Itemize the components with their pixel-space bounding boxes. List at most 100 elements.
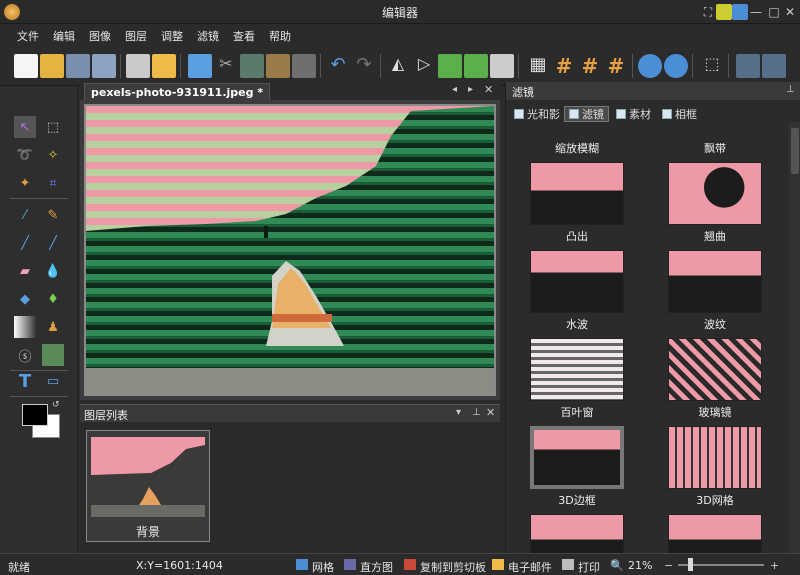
copy-icon[interactable] <box>240 54 264 78</box>
foreground-color-swatch[interactable] <box>22 404 48 426</box>
smudge-icon[interactable]: ⓢ <box>14 344 36 366</box>
marquee-icon[interactable]: ⬚ <box>42 116 64 138</box>
filter-thumb[interactable] <box>668 514 762 553</box>
filter-scrollbar[interactable] <box>789 122 800 553</box>
save-icon[interactable] <box>66 54 90 78</box>
rotate-right-icon[interactable] <box>464 54 488 78</box>
paste-icon[interactable] <box>266 54 290 78</box>
tab-materials[interactable]: 素材 <box>616 106 651 122</box>
eraser-icon[interactable]: ▰ <box>14 260 36 282</box>
image-canvas[interactable] <box>84 104 496 396</box>
menu-adjust[interactable]: 调整 <box>154 28 190 44</box>
rotate-left-icon[interactable] <box>438 54 462 78</box>
blur-drop-icon[interactable]: 💧 <box>42 260 64 282</box>
undo-icon[interactable]: ↶ <box>326 54 350 78</box>
layers-close-icon[interactable]: ✕ <box>486 406 495 419</box>
pencil-icon[interactable]: ✎ <box>42 204 64 226</box>
redo-icon[interactable]: ↷ <box>352 54 376 78</box>
document-tab[interactable]: pexels-photo-931911.jpeg * <box>84 83 271 100</box>
magic-wand-icon[interactable]: ✧ <box>42 144 64 166</box>
filter-label[interactable]: 水波 <box>522 316 632 332</box>
grid-button[interactable]: 网格 <box>312 559 334 575</box>
fullscreen-icon[interactable]: ⛶ <box>700 4 716 20</box>
cut-icon[interactable]: ✂ <box>214 54 238 78</box>
filter-label[interactable]: 波纹 <box>660 316 770 332</box>
selection-cursor-icon[interactable]: ⬚ <box>700 54 724 78</box>
clear-icon[interactable] <box>292 54 316 78</box>
flip-vertical-icon[interactable]: ▷ <box>412 54 436 78</box>
filter-label[interactable]: 飘带 <box>660 140 770 156</box>
grid-orange-2-icon[interactable]: # <box>578 54 602 78</box>
filter-label[interactable]: 凸出 <box>522 228 632 244</box>
gradient-icon[interactable] <box>14 316 36 338</box>
swap-colors-icon[interactable]: ↺ <box>52 400 60 410</box>
filter-label[interactable]: 百叶窗 <box>522 404 632 420</box>
lasso-icon[interactable]: ➰ <box>14 144 36 166</box>
grid-orange-icon[interactable]: # <box>552 54 576 78</box>
panel-menu-icon[interactable]: ▾ <box>456 407 461 418</box>
app-icon[interactable] <box>732 4 748 20</box>
zoom-slider-handle[interactable] <box>688 558 693 571</box>
image-icon[interactable] <box>42 344 64 366</box>
grid-orange-3-icon[interactable]: # <box>604 54 628 78</box>
text-tool-icon[interactable]: T <box>14 370 36 392</box>
tab-filters[interactable]: 滤镜 <box>564 106 609 122</box>
open-folder-icon[interactable] <box>40 54 64 78</box>
filter-thumb-3d-border[interactable] <box>530 426 624 489</box>
filter-thumb-water[interactable] <box>530 250 624 313</box>
filter-label[interactable]: 3D边框 <box>522 492 632 508</box>
print-icon[interactable] <box>126 54 150 78</box>
close-button[interactable]: ✕ <box>782 4 798 20</box>
tab-frames[interactable]: 相框 <box>662 106 697 122</box>
fill-bucket-icon[interactable]: ◆ <box>14 288 36 310</box>
filter-label[interactable]: 翘曲 <box>660 228 770 244</box>
tab-light-shadow[interactable]: 光和影 <box>514 106 560 122</box>
rotate-free-icon[interactable] <box>490 54 514 78</box>
email-icon[interactable] <box>152 54 176 78</box>
layer-item[interactable]: 背景 <box>86 430 210 542</box>
actual-size-icon[interactable] <box>762 54 786 78</box>
zoom-out-icon[interactable] <box>664 54 688 78</box>
pin-icon[interactable]: ⊥ <box>472 407 481 418</box>
skin-icon[interactable] <box>716 4 732 20</box>
print-button[interactable]: 打印 <box>578 559 600 575</box>
crop-icon[interactable]: ⌗ <box>42 172 64 194</box>
screenshot-icon[interactable] <box>188 54 212 78</box>
histogram-button[interactable]: 直方图 <box>360 559 393 575</box>
menu-filter[interactable]: 滤镜 <box>190 28 226 44</box>
filter-label[interactable]: 玻璃镜 <box>660 404 770 420</box>
email-button[interactable]: 电子邮件 <box>508 559 552 575</box>
scroll-thumb[interactable] <box>791 128 799 174</box>
rectangle-tool-icon[interactable]: ▭ <box>42 370 64 392</box>
flip-horizontal-icon[interactable]: ◭ <box>386 54 410 78</box>
stamp-icon[interactable]: ♟ <box>42 316 64 338</box>
menu-image[interactable]: 图像 <box>82 28 118 44</box>
menu-edit[interactable]: 编辑 <box>46 28 82 44</box>
menu-file[interactable]: 文件 <box>10 28 46 44</box>
menu-view[interactable]: 查看 <box>226 28 262 44</box>
new-file-icon[interactable] <box>14 54 38 78</box>
filter-pin-icon[interactable]: ⊥ <box>786 84 795 95</box>
minimize-button[interactable]: — <box>748 4 764 20</box>
menu-layer[interactable]: 图层 <box>118 28 154 44</box>
zoom-in-button[interactable]: + <box>770 559 779 572</box>
select-arrow-icon[interactable]: ↖ <box>14 116 36 138</box>
filter-thumb-bulge[interactable] <box>530 162 624 225</box>
filter-thumb-ripple[interactable] <box>668 250 762 313</box>
tab-next-icon[interactable]: ▸ <box>468 84 473 95</box>
polygon-lasso-icon[interactable]: ✦ <box>14 172 36 194</box>
brush-icon[interactable]: ╱ <box>14 232 36 254</box>
color-replace-icon[interactable]: ♦ <box>42 288 64 310</box>
zoom-in-icon[interactable] <box>638 54 662 78</box>
eyedropper-icon[interactable]: ⁄ <box>14 204 36 226</box>
filter-thumb-3d-grid[interactable] <box>668 426 762 489</box>
filter-label[interactable]: 缩放模糊 <box>522 140 632 156</box>
save-as-icon[interactable] <box>92 54 116 78</box>
filter-thumb-warp[interactable] <box>668 162 762 225</box>
copy-clipboard-button[interactable]: 复制到剪切板 <box>420 559 486 575</box>
maximize-button[interactable]: □ <box>766 4 782 20</box>
menu-help[interactable]: 帮助 <box>262 28 298 44</box>
tab-prev-icon[interactable]: ◂ <box>452 84 457 95</box>
perspective-grid-icon[interactable]: ▦ <box>526 54 550 78</box>
airbrush-icon[interactable]: ╱ <box>42 232 64 254</box>
